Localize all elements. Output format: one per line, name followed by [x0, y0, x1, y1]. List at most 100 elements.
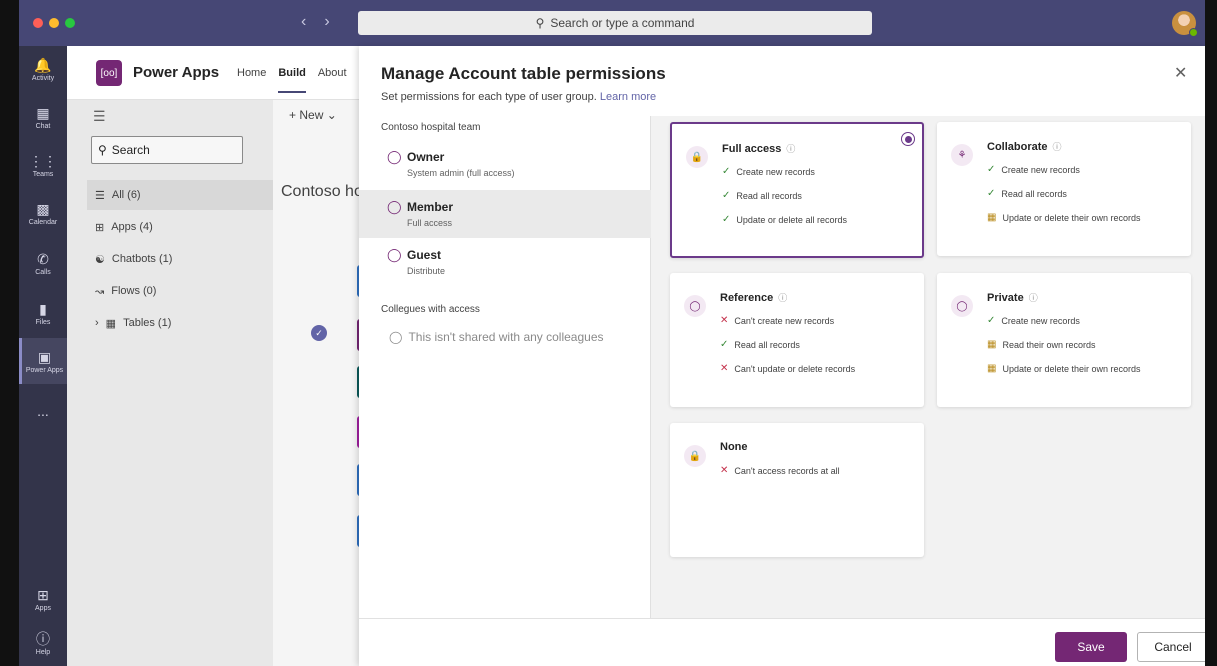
rail-item-apps[interactable]: ⊞ Apps: [19, 576, 67, 622]
app-nav: Home Build About: [237, 67, 347, 93]
group-item-member[interactable]: ◯ Member Full access: [359, 190, 651, 238]
history-nav: ‹ ›: [301, 13, 330, 31]
check-icon: ✓: [722, 214, 731, 225]
permission-card-none[interactable]: 🔒 None ✕ Can't access records at all: [670, 423, 924, 557]
left-nav-search[interactable]: ⚲ Search: [91, 136, 243, 164]
group-item-guest[interactable]: ◯ Guest Distribute: [359, 238, 651, 286]
chevron-down-icon: ⌄: [326, 108, 337, 122]
teams-icon: ⋮⋮: [29, 152, 57, 169]
x-icon: ✕: [720, 315, 729, 326]
rail-item-files[interactable]: ▮ Files: [19, 290, 67, 336]
own-lock-icon: ▦: [987, 339, 997, 350]
left-nav-item-tables[interactable]: › ▦ Tables (1): [87, 308, 273, 338]
permission-cards: 🔒 Full access ⓘ ✓ Create new records ✓ Read…: [651, 116, 1205, 618]
rail-item-power-apps[interactable]: ▣ Power Apps: [19, 338, 67, 384]
check-icon: ✓: [720, 339, 729, 350]
left-nav-item-all[interactable]: ☰ All (6): [87, 180, 273, 210]
more-icon: ...: [37, 403, 49, 419]
rail-item-help[interactable]: ⓘ Help: [19, 620, 67, 666]
new-button[interactable]: + New ⌄: [289, 108, 337, 122]
rail-item-chat[interactable]: ▦ Chat: [19, 94, 67, 140]
colleagues-section-heading: Collegues with access: [381, 304, 480, 315]
phone-icon: ✆: [37, 250, 49, 267]
hamburger-icon[interactable]: ☰: [93, 108, 106, 125]
info-icon[interactable]: ⓘ: [778, 291, 787, 304]
check-icon: ✓: [722, 166, 731, 177]
bell-icon: 🔔: [34, 56, 52, 73]
person-icon: ◯: [387, 149, 402, 164]
rail-item-more[interactable]: ...: [19, 388, 67, 434]
person-icon: ◯: [387, 247, 402, 262]
person-icon: ◯: [389, 330, 403, 344]
rail-item-calls[interactable]: ✆ Calls: [19, 240, 67, 286]
own-lock-icon: ▦: [987, 212, 997, 223]
person-icon: ◯: [387, 199, 402, 214]
learn-more-link[interactable]: Learn more: [600, 91, 656, 103]
table-icon: ▦: [105, 317, 117, 330]
left-nav-item-chatbots[interactable]: ☯ Chatbots (1): [87, 244, 273, 274]
lock-icon: 🔒: [684, 445, 706, 467]
bot-icon: ☯: [95, 253, 105, 266]
dialog-subtitle: Set permissions for each type of user gr…: [381, 91, 657, 103]
power-apps-icon: ▣: [37, 348, 52, 365]
permission-card-reference[interactable]: ◯ Reference ⓘ ✕ Can't create new records ✓…: [670, 273, 924, 407]
close-icon[interactable]: ✕: [1174, 63, 1187, 83]
help-icon: ⓘ: [36, 630, 50, 647]
info-icon[interactable]: ⓘ: [1029, 291, 1038, 304]
rail-item-calendar[interactable]: ▩ Calendar: [19, 190, 67, 236]
team-section-heading: Contoso hospital team: [381, 122, 481, 133]
flow-icon: ↝: [95, 285, 105, 298]
power-apps-logo-icon: [oo]: [96, 60, 122, 86]
rail-item-teams[interactable]: ⋮⋮ Teams: [19, 142, 67, 188]
permission-card-collaborate[interactable]: ⚘ Collaborate ⓘ ✓ Create new records ✓ Read…: [937, 122, 1191, 256]
left-nav-item-apps[interactable]: ⊞ Apps (4): [87, 212, 273, 242]
window-controls: [33, 18, 75, 28]
info-icon[interactable]: ⓘ: [1053, 140, 1062, 153]
cancel-button[interactable]: Cancel: [1137, 632, 1205, 662]
check-icon: ✓: [987, 164, 996, 175]
dialog-title: Manage Account table permissions: [381, 64, 666, 83]
group-item-owner[interactable]: ◯ Owner System admin (full access): [359, 140, 651, 188]
people-lock-icon: ⚘: [951, 144, 973, 166]
minimize-window-button[interactable]: [49, 18, 59, 28]
left-nav-item-flows[interactable]: ↝ Flows (0): [87, 276, 273, 306]
own-lock-icon: ▦: [987, 363, 997, 374]
tab-about[interactable]: About: [318, 67, 347, 93]
x-icon: ✕: [720, 363, 729, 374]
grid-icon: ⊞: [95, 221, 105, 234]
maximize-window-button[interactable]: [65, 18, 75, 28]
page-title: Contoso ho: [281, 183, 363, 200]
back-arrow-icon[interactable]: ‹: [301, 13, 306, 31]
rail-item-activity[interactable]: 🔔 Activity: [19, 46, 67, 92]
close-window-button[interactable]: [33, 18, 43, 28]
avatar[interactable]: [1172, 11, 1198, 37]
list-icon: ☰: [95, 189, 105, 202]
save-button[interactable]: Save: [1055, 632, 1127, 662]
chat-icon: ▦: [36, 104, 50, 121]
command-search[interactable]: ⚲ Search or type a command: [358, 11, 872, 35]
teams-window: ‹ › ⚲ Search or type a command 🔔 Activity…: [19, 0, 1205, 666]
check-icon: ✓: [987, 188, 996, 199]
permission-card-private[interactable]: ◯ Private ⓘ ✓ Create new records ▦ Read the…: [937, 273, 1191, 407]
checkmark-icon[interactable]: ✓: [311, 325, 327, 341]
permissions-dialog: Manage Account table permissions Set per…: [359, 46, 1205, 666]
person-icon: ◯: [684, 295, 706, 317]
chevron-right-icon[interactable]: ›: [95, 317, 99, 329]
search-icon: ⚲: [98, 143, 107, 157]
user-group-list: Contoso hospital team ◯ Owner System adm…: [359, 116, 651, 618]
forward-arrow-icon[interactable]: ›: [324, 13, 329, 31]
calendar-icon: ▩: [36, 200, 50, 217]
app-rail: 🔔 Activity ▦ Chat ⋮⋮ Teams ▩ Calendar ✆ Calls…: [19, 46, 67, 666]
presence-status-badge: [1189, 28, 1198, 37]
left-nav: ☰ ⚲ Search ☰ All (6) ⊞ Apps (4) ☯ Chatbots …: [67, 100, 273, 666]
dialog-footer: Save Cancel: [359, 618, 1205, 666]
command-search-placeholder: Search or type a command: [550, 16, 695, 30]
permission-card-full-access[interactable]: 🔒 Full access ⓘ ✓ Create new records ✓ Read…: [670, 122, 924, 258]
tab-home[interactable]: Home: [237, 67, 266, 93]
check-icon: ✓: [987, 315, 996, 326]
search-icon: ⚲: [535, 16, 545, 30]
x-icon: ✕: [720, 465, 729, 476]
info-icon[interactable]: ⓘ: [786, 142, 795, 155]
tab-build[interactable]: Build: [278, 67, 306, 93]
selected-radio[interactable]: [901, 132, 915, 146]
